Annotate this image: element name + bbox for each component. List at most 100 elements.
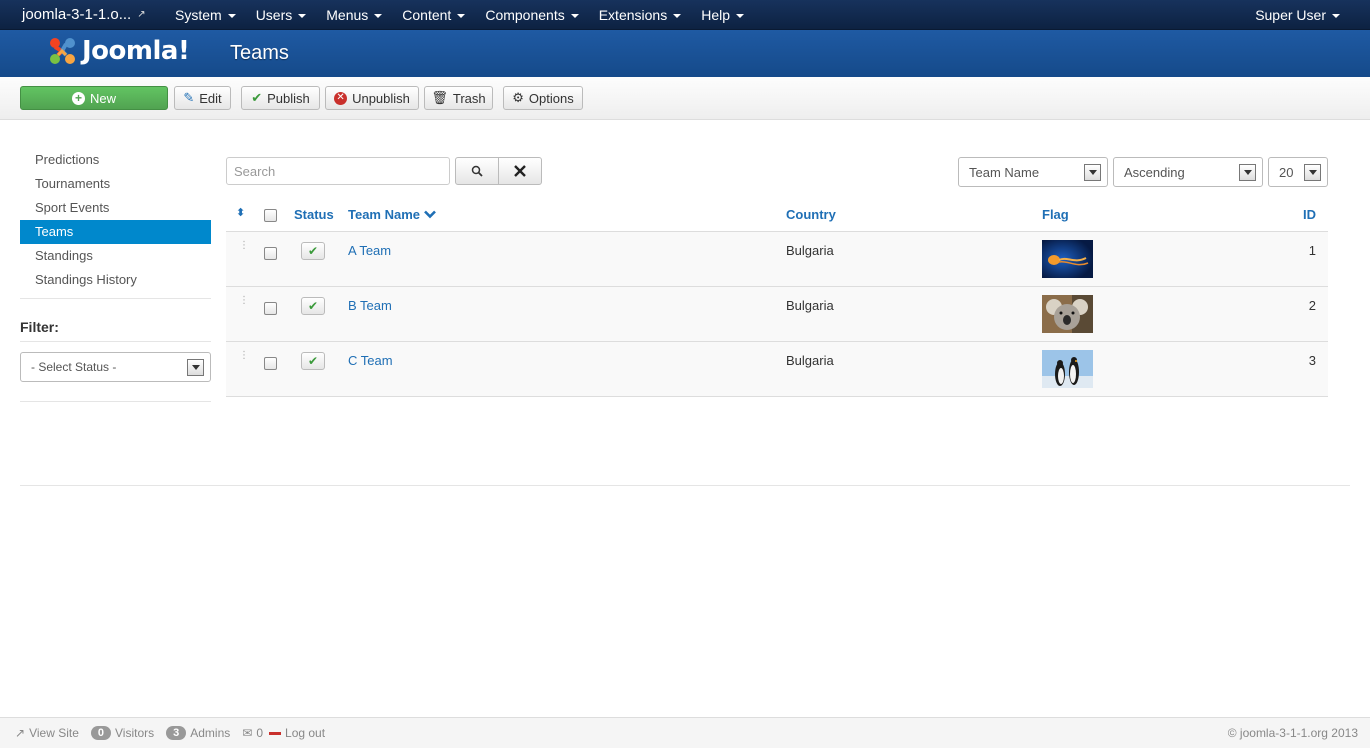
menu-content[interactable]: Content — [392, 0, 475, 30]
status-toggle[interactable]: ✔ — [301, 352, 325, 370]
caret-down-icon — [457, 13, 466, 18]
visitors-label: Visitors — [115, 726, 155, 740]
status-header[interactable]: Status — [294, 207, 334, 222]
caret-down-icon — [736, 13, 744, 18]
new-button[interactable]: + New — [20, 86, 168, 110]
limit-select[interactable]: 20 — [1268, 157, 1328, 187]
select-value: - Select Status - — [31, 360, 117, 374]
site-name: joomla-3-1-1.o... — [22, 6, 132, 23]
row-checkbox[interactable] — [264, 302, 277, 315]
dropdown-arrow-icon — [1084, 164, 1101, 181]
table-row: ⋮ ✔ C Team Bulgaria 3 — [226, 342, 1328, 397]
user-menu[interactable]: Super User — [1255, 0, 1340, 30]
menu-label: Menus — [326, 6, 369, 23]
row-checkbox[interactable] — [264, 247, 277, 260]
team-name-link[interactable]: B Team — [348, 298, 392, 313]
team-name-header[interactable]: Team Name — [348, 207, 436, 222]
sidebar-item-tournaments[interactable]: Tournaments — [20, 172, 211, 196]
search-input[interactable] — [226, 157, 450, 185]
id-cell: 3 — [1308, 353, 1316, 368]
menu-menus[interactable]: Menus — [316, 0, 392, 30]
drag-handle-icon[interactable]: ⋮ — [239, 296, 249, 306]
messages-link[interactable]: ✉ 0 — [242, 726, 263, 740]
sidebar-item-standings[interactable]: Standings — [20, 244, 211, 268]
menu-components[interactable]: Components — [475, 0, 588, 30]
drag-handle-icon[interactable]: ⋮ — [239, 351, 249, 361]
caret-down-icon — [570, 13, 579, 18]
sidebar-item-teams[interactable]: Teams — [20, 220, 211, 244]
options-button[interactable]: ⚙ Options — [503, 86, 583, 110]
toolbar: + New ✎ Edit ✔ Publish ✕ Unpublish 🗑 Tra… — [0, 77, 1370, 120]
drag-handle-icon[interactable]: ⋮ — [239, 241, 249, 251]
table-row: ⋮ ✔ B Team Bulgaria 2 — [226, 287, 1328, 342]
copyright: © joomla-3-1-1.org 2013 — [1227, 726, 1358, 740]
cancel-circle-icon: ✕ — [334, 91, 348, 105]
envelope-icon: ✉ — [242, 726, 253, 740]
unpublish-button[interactable]: ✕ Unpublish — [325, 86, 419, 110]
direction-select[interactable]: Ascending — [1113, 157, 1263, 187]
clear-search-button[interactable] — [498, 157, 542, 185]
select-all-checkbox[interactable] — [264, 209, 277, 222]
dropdown-arrow-icon — [187, 359, 204, 376]
status-toggle[interactable]: ✔ — [301, 297, 325, 315]
admins-badge: 3 — [166, 726, 187, 740]
button-label: Edit — [199, 90, 222, 106]
filter-label: Filter: — [20, 319, 211, 342]
admins-label: Admins — [190, 726, 231, 740]
main-menu: System Users Menus Content Components Ex… — [165, 0, 754, 30]
jellyfish-image — [1042, 240, 1093, 278]
menu-extensions[interactable]: Extensions — [589, 0, 691, 30]
trash-icon: 🗑 — [431, 90, 448, 105]
header-label: Team Name — [348, 207, 421, 222]
order-by-select[interactable]: Team Name — [958, 157, 1108, 187]
country-header[interactable]: Country — [786, 207, 836, 222]
external-link-icon: ↗ — [137, 9, 146, 20]
check-icon: ✔ — [301, 297, 325, 315]
caret-down-icon — [673, 13, 682, 18]
minus-icon — [269, 731, 282, 735]
menu-users[interactable]: Users — [246, 0, 317, 30]
menu-label: Users — [255, 6, 293, 23]
button-label: Publish — [267, 90, 310, 106]
menu-label: System — [175, 6, 222, 23]
view-site-link[interactable]: ↗ View Site — [15, 726, 79, 740]
team-name-link[interactable]: A Team — [348, 243, 391, 258]
sidebar-item-standings-history[interactable]: Standings History — [20, 268, 211, 292]
menu-label: Components — [485, 6, 565, 23]
logout-link[interactable]: Log out — [269, 726, 325, 740]
publish-button[interactable]: ✔ Publish — [241, 86, 320, 110]
site-link[interactable]: joomla-3-1-1.o... ↗ — [0, 6, 165, 23]
row-checkbox[interactable] — [264, 357, 277, 370]
id-header[interactable]: ID — [1303, 207, 1316, 222]
chevron-down-icon — [424, 210, 436, 219]
status-filter-select[interactable]: - Select Status - — [20, 352, 211, 382]
sidebar-item-predictions[interactable]: Predictions — [20, 148, 211, 172]
edit-icon: ✎ — [183, 90, 195, 105]
id-cell: 1 — [1308, 243, 1316, 258]
joomla-logo[interactable]: Joomla! — [46, 35, 190, 67]
table-row: ⋮ ✔ A Team Bulgaria 1 — [226, 232, 1328, 287]
check-icon: ✔ — [301, 242, 325, 260]
country-cell: Bulgaria — [786, 353, 834, 368]
sort-order-icon[interactable]: ⬍ — [236, 206, 245, 219]
menu-help[interactable]: Help — [691, 0, 754, 30]
page-title: Teams — [230, 42, 289, 64]
team-name-link[interactable]: C Team — [348, 353, 393, 368]
visitors-indicator: 0 Visitors — [90, 726, 155, 740]
trash-button[interactable]: 🗑 Trash — [424, 86, 493, 110]
status-toggle[interactable]: ✔ — [301, 242, 325, 260]
search-button[interactable] — [455, 157, 499, 185]
menu-system[interactable]: System — [165, 0, 246, 30]
button-label: Options — [528, 90, 574, 106]
table-header: ⬍ Status Team Name Country Flag ID — [226, 198, 1328, 232]
dropdown-arrow-icon — [1239, 164, 1256, 181]
caret-down-icon — [298, 13, 307, 18]
status-footer: ↗ View Site 0 Visitors 3 Admins ✉ 0 Log … — [0, 717, 1370, 748]
sidebar-item-sport-events[interactable]: Sport Events — [20, 196, 211, 220]
logout-label: Log out — [285, 726, 326, 740]
joomla-logo-icon — [50, 38, 75, 64]
messages-count: 0 — [256, 726, 264, 740]
edit-button[interactable]: ✎ Edit — [174, 86, 231, 110]
flag-header[interactable]: Flag — [1042, 207, 1069, 222]
plus-circle-icon: + — [71, 91, 85, 105]
